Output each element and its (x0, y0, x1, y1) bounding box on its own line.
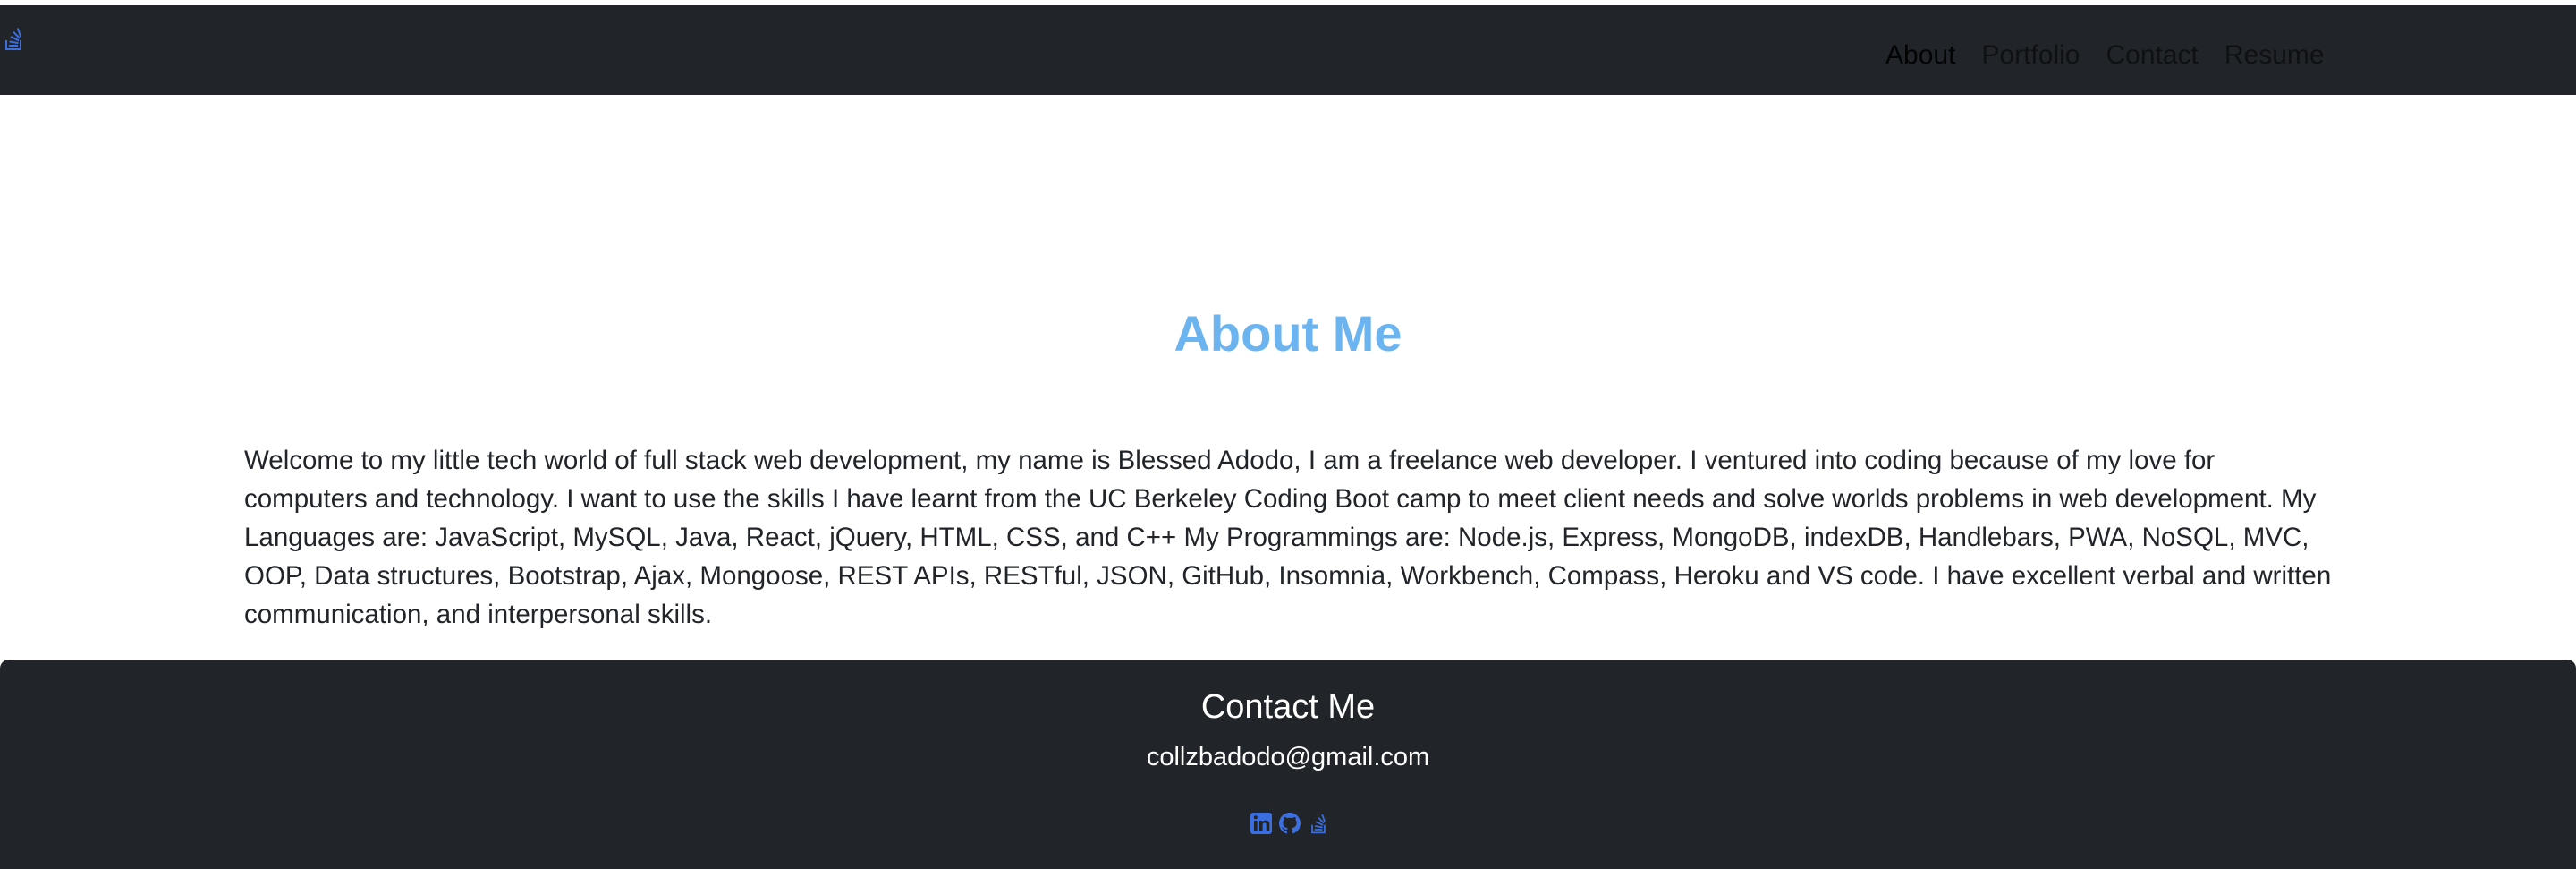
github-icon[interactable] (1278, 812, 1301, 835)
stack-overflow-icon[interactable] (1307, 812, 1330, 835)
navbar: About Portfolio Contact Resume (0, 5, 2576, 95)
contact-title: Contact Me (1200, 688, 1376, 726)
page: About Portfolio Contact Resume About Me … (0, 0, 2576, 869)
nav-about[interactable]: About (1885, 39, 1955, 72)
nav-links: About Portfolio Contact Resume (1885, 39, 2325, 72)
about-title: About Me (1174, 305, 1402, 362)
stack-overflow-icon[interactable] (4, 25, 23, 52)
linkedin-icon[interactable] (1250, 812, 1273, 835)
contact-email[interactable]: collzbadodo@gmail.com (0, 741, 2576, 773)
social-links (1250, 812, 1330, 835)
nav-contact[interactable]: Contact (2106, 39, 2198, 72)
about-text: Welcome to my little tech world of full … (244, 446, 2332, 629)
nav-resume[interactable]: Resume (2224, 39, 2325, 72)
nav-portfolio[interactable]: Portfolio (1981, 39, 2080, 72)
footer: Contact Me collzbadodo@gmail.com (0, 660, 2576, 869)
